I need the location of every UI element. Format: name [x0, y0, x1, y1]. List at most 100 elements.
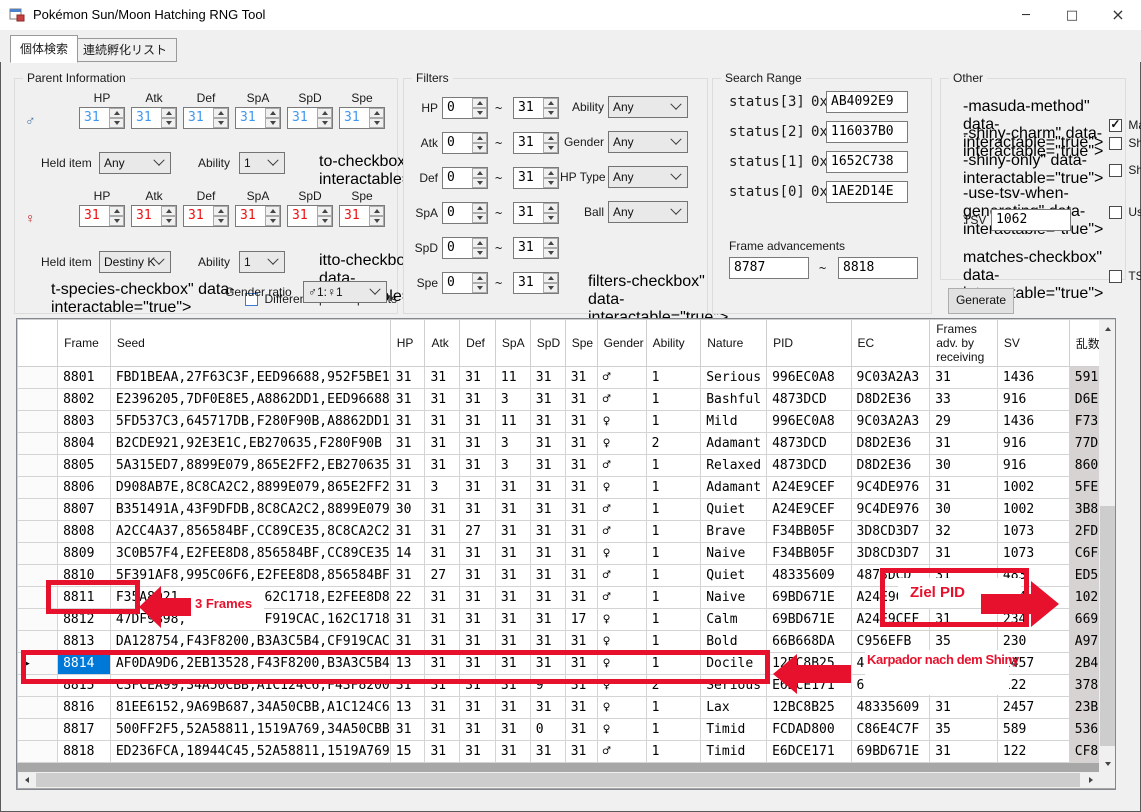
numeric-stepper[interactable]: 31 [339, 205, 385, 227]
cell-iv[interactable]: 31 [390, 367, 425, 389]
filter-gender-dropdown[interactable]: Any [608, 131, 688, 153]
table-row[interactable]: 8806D908AB7E,8C8CA2C2,8899E079,865E2FF23… [18, 477, 1115, 499]
filter-ball-dropdown[interactable]: Any [608, 201, 688, 223]
spin-up-icon[interactable] [317, 108, 332, 118]
spin-down-icon[interactable] [543, 178, 558, 188]
tab-individual-search[interactable]: 個体検索 [10, 35, 78, 63]
table-row[interactable]: 8818ED236FCA,18944C45,52A58811,1519A7691… [18, 741, 1115, 763]
cell-iv[interactable]: 0 [530, 719, 565, 741]
frame-to-input[interactable]: 8818 [838, 257, 918, 279]
tsv-input[interactable]: 1062 [991, 209, 1071, 231]
cell-gender[interactable]: ♀ [597, 543, 646, 565]
cell-ec[interactable]: 9C4DE976 [851, 477, 930, 499]
spin-up-icon[interactable] [472, 98, 487, 108]
vscroll-thumb[interactable] [1100, 506, 1115, 746]
column-header[interactable]: SpD [530, 320, 565, 367]
table-row[interactable]: 8807B351491A,43F9DFDB,8C8CA2C2,8899E0793… [18, 499, 1115, 521]
numeric-stepper[interactable]: 31 [513, 167, 559, 189]
spin-down-icon[interactable] [109, 118, 124, 128]
cell-seed[interactable]: 5FD537C3,645717DB,F280F90B,A8862DD1 [110, 411, 390, 433]
cell-ability[interactable]: 1 [646, 499, 701, 521]
numeric-stepper[interactable]: 31 [131, 205, 177, 227]
spin-up-icon[interactable] [109, 108, 124, 118]
column-header[interactable]: HP [390, 320, 425, 367]
cell-ability[interactable]: 1 [646, 697, 701, 719]
male-held-item-dropdown[interactable]: Any [99, 152, 171, 174]
cell-iv[interactable]: 31 [530, 477, 565, 499]
cell-iv[interactable]: 27 [425, 565, 460, 587]
cell-iv[interactable]: 31 [460, 433, 496, 455]
spin-up-icon[interactable] [109, 206, 124, 216]
spin-down-icon[interactable] [543, 248, 558, 258]
cell-iv[interactable]: 31 [565, 389, 597, 411]
cell-ec[interactable]: 69BD671E [851, 741, 930, 763]
cell-iv[interactable]: 31 [530, 433, 565, 455]
cell-iv[interactable]: 27 [460, 521, 496, 543]
cell-nature[interactable]: Timid [701, 741, 767, 763]
cell-pid[interactable]: 4873DCD [767, 455, 851, 477]
horizontal-scrollbar[interactable] [18, 772, 1099, 788]
cell-ability[interactable]: 2 [646, 433, 701, 455]
cell-ability[interactable]: 1 [646, 609, 701, 631]
numeric-stepper[interactable]: 0 [442, 237, 488, 259]
cell-nature[interactable]: Mild [701, 411, 767, 433]
cell-frame[interactable]: 8801 [58, 367, 111, 389]
cell-pid[interactable]: 66B668DA [767, 631, 851, 653]
cell-iv[interactable]: 31 [565, 565, 597, 587]
vertical-scrollbar[interactable] [1099, 320, 1116, 772]
numeric-stepper[interactable]: 0 [442, 97, 488, 119]
spin-down-icon[interactable] [213, 216, 228, 226]
cell-ec[interactable]: 9C03A2A3 [851, 411, 930, 433]
cell-iv[interactable]: 31 [495, 719, 530, 741]
cell-ec[interactable]: 3D8CD3D7 [851, 521, 930, 543]
cell-frame[interactable]: 8807 [58, 499, 111, 521]
cell-iv[interactable]: 31 [565, 433, 597, 455]
spin-up-icon[interactable] [472, 238, 487, 248]
cell-iv[interactable]: 31 [425, 433, 460, 455]
cell-nature[interactable]: Brave [701, 521, 767, 543]
cell-sv[interactable]: 2457 [997, 697, 1069, 719]
scroll-up-icon[interactable] [1099, 320, 1116, 337]
numeric-stepper[interactable]: 31 [513, 97, 559, 119]
row-header[interactable] [18, 499, 58, 521]
status-input[interactable]: 116037B0 [826, 121, 908, 143]
cell-iv[interactable]: 31 [530, 697, 565, 719]
cell-gender[interactable]: ♀ [597, 697, 646, 719]
cell-iv[interactable]: 31 [425, 411, 460, 433]
cell-iv[interactable]: 3 [425, 477, 460, 499]
cell-gender[interactable]: ♀ [597, 477, 646, 499]
column-header[interactable]: Ability [646, 320, 701, 367]
cell-iv[interactable]: 31 [390, 719, 425, 741]
spin-down-icon[interactable] [265, 118, 280, 128]
cell-pid[interactable]: 48335609 [767, 565, 851, 587]
cell-iv[interactable]: 31 [425, 587, 460, 609]
checkbox-box[interactable] [1109, 164, 1122, 177]
spin-down-icon[interactable] [369, 216, 384, 226]
cell-iv[interactable]: 31 [390, 411, 425, 433]
tab-hatch-list[interactable]: 連続孵化リスト [73, 38, 177, 62]
table-row[interactable]: 8802E2396205,7DF0E8E5,A8862DD1,EED966883… [18, 389, 1115, 411]
cell-iv[interactable]: 31 [565, 367, 597, 389]
cell-iv[interactable]: 31 [460, 499, 496, 521]
spin-up-icon[interactable] [472, 168, 487, 178]
cell-gender[interactable]: ♀ [597, 433, 646, 455]
spin-up-icon[interactable] [472, 273, 487, 283]
cell-iv[interactable]: 31 [390, 433, 425, 455]
scroll-left-icon[interactable] [18, 772, 35, 788]
cell-frame[interactable]: 8808 [58, 521, 111, 543]
cell-frames-adv[interactable]: 30 [930, 455, 998, 477]
numeric-stepper[interactable]: 31 [183, 205, 229, 227]
cell-ec[interactable]: 48335609 [851, 697, 930, 719]
checkbox-box[interactable] [1109, 206, 1122, 219]
cell-iv[interactable]: 30 [390, 499, 425, 521]
cell-iv[interactable]: 31 [460, 543, 496, 565]
maximize-button[interactable]: □ [1049, 0, 1095, 30]
female-ability-dropdown[interactable]: 1 [239, 251, 285, 273]
spin-up-icon[interactable] [472, 133, 487, 143]
cell-gender[interactable]: ♂ [597, 521, 646, 543]
cell-iv[interactable]: 31 [390, 477, 425, 499]
row-header[interactable] [18, 433, 58, 455]
cell-iv[interactable]: 31 [460, 455, 496, 477]
cell-nature[interactable]: Lax [701, 697, 767, 719]
cell-iv[interactable]: 31 [425, 719, 460, 741]
